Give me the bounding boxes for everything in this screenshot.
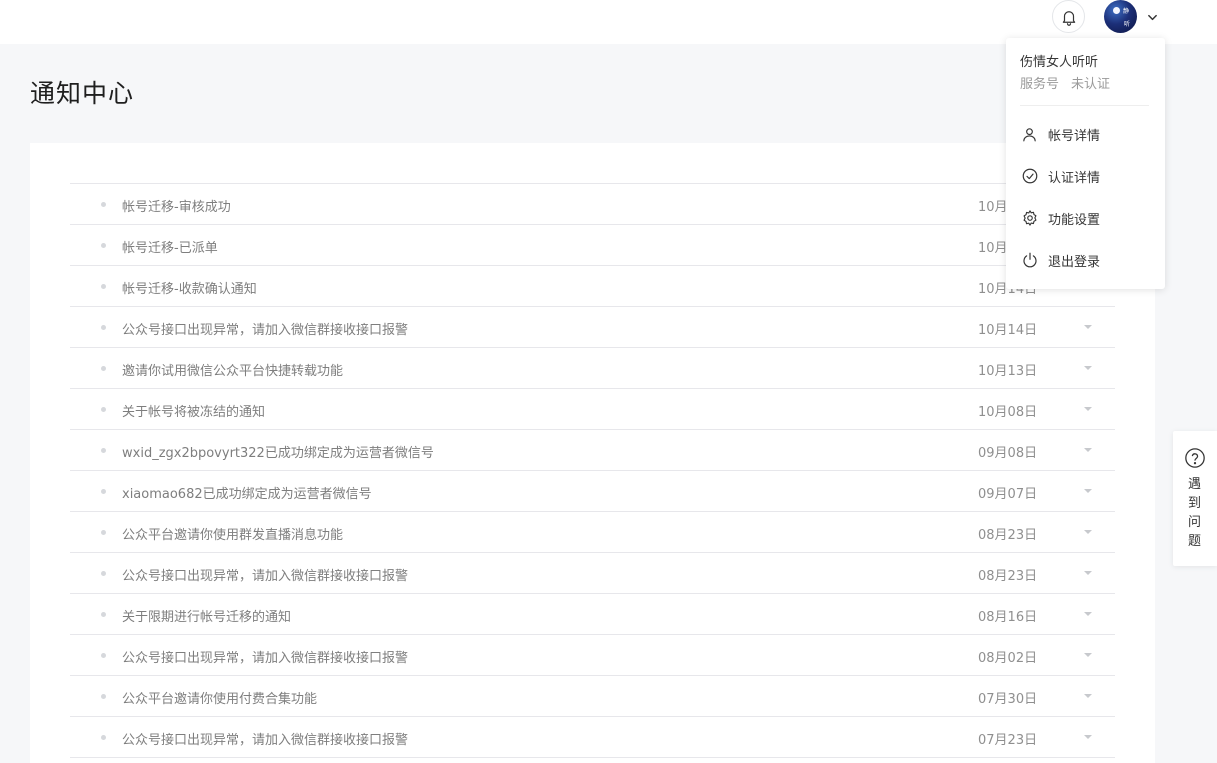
notification-date: 08月16日: [978, 610, 1038, 625]
power-icon: [1020, 251, 1039, 270]
bullet-dot-icon: [101, 284, 106, 289]
help-label: 遇到问题: [1188, 477, 1202, 549]
notification-row[interactable]: 邀请你试用微信公众平台快捷转载功能 10月13日: [70, 348, 1115, 389]
expand-caret-icon[interactable]: [1084, 489, 1092, 493]
notification-date: 08月23日: [978, 569, 1038, 584]
expand-caret-icon[interactable]: [1084, 325, 1092, 329]
notification-row[interactable]: 关于帐号将被冻结的通知 10月08日: [70, 389, 1115, 430]
avatar-moon: [1113, 7, 1120, 14]
notification-title[interactable]: 公众号接口出现异常，请加入微信群接收接口报警: [122, 729, 408, 748]
bullet-dot-icon: [101, 735, 106, 740]
check-circle-icon: [1020, 167, 1039, 186]
menu-item-label: 帐号详情: [1048, 128, 1101, 144]
notification-title[interactable]: 公众平台邀请你使用付费合集功能: [122, 688, 317, 707]
dropdown-divider: [1020, 105, 1149, 106]
notification-row[interactable]: 公众号接口出现异常，请加入微信群接收接口报警 08月02日: [70, 635, 1115, 676]
question-circle-icon: [1185, 448, 1205, 468]
expand-caret-icon[interactable]: [1084, 530, 1092, 534]
page-title: 通知中心: [30, 79, 135, 108]
expand-caret-icon[interactable]: [1084, 653, 1092, 657]
bullet-dot-icon: [101, 243, 106, 248]
account-type: 服务号: [1020, 77, 1060, 92]
account-menu-toggle[interactable]: [1145, 10, 1159, 24]
notification-row[interactable]: xiaomao682已成功绑定成为运营者微信号 09月07日: [70, 471, 1115, 512]
account-name: 伤情女人听听: [1020, 55, 1099, 70]
notification-title[interactable]: 帐号迁移-已派单: [122, 237, 218, 256]
notification-date: 10月08日: [978, 405, 1038, 420]
bullet-dot-icon: [101, 694, 106, 699]
expand-caret-icon[interactable]: [1084, 694, 1092, 698]
avatar-text-2: 听: [1124, 21, 1131, 28]
bullet-dot-icon: [101, 366, 106, 371]
notification-title[interactable]: 帐号迁移-收款确认通知: [122, 278, 257, 297]
bullet-dot-icon: [101, 489, 106, 494]
notification-title[interactable]: 公众号接口出现异常，请加入微信群接收接口报警: [122, 565, 408, 584]
notification-row[interactable]: 帐号迁移-审核成功 10月: [70, 184, 1115, 225]
menu-item-label: 退出登录: [1048, 254, 1101, 270]
menu-item-account-details[interactable]: 帐号详情: [1020, 123, 1151, 145]
bullet-dot-icon: [101, 407, 106, 412]
notification-bell-button[interactable]: [1052, 0, 1085, 33]
expand-caret-icon[interactable]: [1084, 612, 1092, 616]
notification-card: 帐号迁移-审核成功 10月 帐号迁移-已派单 10月 帐号迁移-收款确认通知 10月14日…: [30, 143, 1155, 763]
notification-title[interactable]: 公众号接口出现异常，请加入微信群接收接口报警: [122, 647, 408, 666]
notification-title[interactable]: 邀请你试用微信公众平台快捷转载功能: [122, 360, 343, 379]
account-dropdown: 伤情女人听听 服务号 未认证 帐号详情 认证详情 功能设置 退出登录: [1006, 38, 1165, 289]
expand-caret-icon[interactable]: [1084, 735, 1092, 739]
bell-icon: [1062, 10, 1075, 26]
bullet-dot-icon: [101, 530, 106, 535]
notification-row[interactable]: 公众号接口出现异常，请加入微信群接收接口报警 08月23日: [70, 553, 1115, 594]
notification-title[interactable]: 公众平台邀请你使用群发直播消息功能: [122, 524, 343, 543]
notification-row[interactable]: 公众平台邀请你使用群发直播消息功能 08月23日: [70, 512, 1115, 553]
notification-date: 08月23日: [978, 528, 1038, 543]
notification-date: 07月23日: [978, 733, 1038, 748]
notification-date: 10月: [978, 241, 1008, 256]
account-avatar[interactable]: 静 听: [1104, 0, 1137, 33]
menu-item-logout[interactable]: 退出登录: [1020, 249, 1151, 271]
notification-date: 10月: [978, 200, 1008, 215]
help-widget[interactable]: 遇到问题: [1173, 431, 1217, 566]
menu-item-verification-details[interactable]: 认证详情: [1020, 165, 1151, 187]
notification-row[interactable]: 帐号迁移-收款确认通知 10月14日: [70, 266, 1115, 307]
expand-caret-icon[interactable]: [1084, 407, 1092, 411]
notification-date: 09月07日: [978, 487, 1038, 502]
menu-item-label: 功能设置: [1048, 212, 1101, 228]
gear-icon: [1020, 209, 1039, 228]
bullet-dot-icon: [101, 448, 106, 453]
notification-date: 09月08日: [978, 446, 1038, 461]
avatar-text-1: 静: [1123, 8, 1130, 15]
notification-date: 10月14日: [978, 323, 1038, 338]
expand-caret-icon[interactable]: [1084, 571, 1092, 575]
notification-row[interactable]: 关于限期进行帐号迁移的通知 08月16日: [70, 594, 1115, 635]
menu-item-label: 认证详情: [1048, 170, 1101, 186]
bullet-dot-icon: [101, 653, 106, 658]
notification-title[interactable]: wxid_zgx2bpovyrt322已成功绑定成为运营者微信号: [122, 442, 434, 461]
notification-row[interactable]: 帐号迁移-已派单 10月: [70, 225, 1115, 266]
notification-row[interactable]: 公众号接口出现异常，请加入微信群接收接口报警 10月14日: [70, 307, 1115, 348]
bullet-dot-icon: [101, 612, 106, 617]
notification-title[interactable]: 帐号迁移-审核成功: [122, 196, 231, 215]
notification-title[interactable]: 关于帐号将被冻结的通知: [122, 401, 265, 420]
notification-date: 08月02日: [978, 651, 1038, 666]
chevron-down-icon: [1147, 14, 1157, 20]
notification-title[interactable]: 关于限期进行帐号迁移的通知: [122, 606, 291, 625]
notification-list: 帐号迁移-审核成功 10月 帐号迁移-已派单 10月 帐号迁移-收款确认通知 10月14日…: [70, 183, 1115, 758]
account-verify-status: 未认证: [1071, 77, 1111, 92]
bullet-dot-icon: [101, 571, 106, 576]
bullet-dot-icon: [101, 202, 106, 207]
notification-row[interactable]: 公众号接口出现异常，请加入微信群接收接口报警 07月23日: [70, 717, 1115, 758]
notification-title[interactable]: xiaomao682已成功绑定成为运营者微信号: [122, 483, 372, 502]
notification-title[interactable]: 公众号接口出现异常，请加入微信群接收接口报警: [122, 319, 408, 338]
menu-item-feature-settings[interactable]: 功能设置: [1020, 207, 1151, 229]
account-type-line: 服务号 未认证: [1020, 73, 1122, 92]
user-icon: [1020, 125, 1039, 144]
notification-row[interactable]: wxid_zgx2bpovyrt322已成功绑定成为运营者微信号 09月08日: [70, 430, 1115, 471]
expand-caret-icon[interactable]: [1084, 448, 1092, 452]
notification-row[interactable]: 公众平台邀请你使用付费合集功能 07月30日: [70, 676, 1115, 717]
notification-date: 07月30日: [978, 692, 1038, 707]
bullet-dot-icon: [101, 325, 106, 330]
expand-caret-icon[interactable]: [1084, 366, 1092, 370]
notification-date: 10月13日: [978, 364, 1038, 379]
